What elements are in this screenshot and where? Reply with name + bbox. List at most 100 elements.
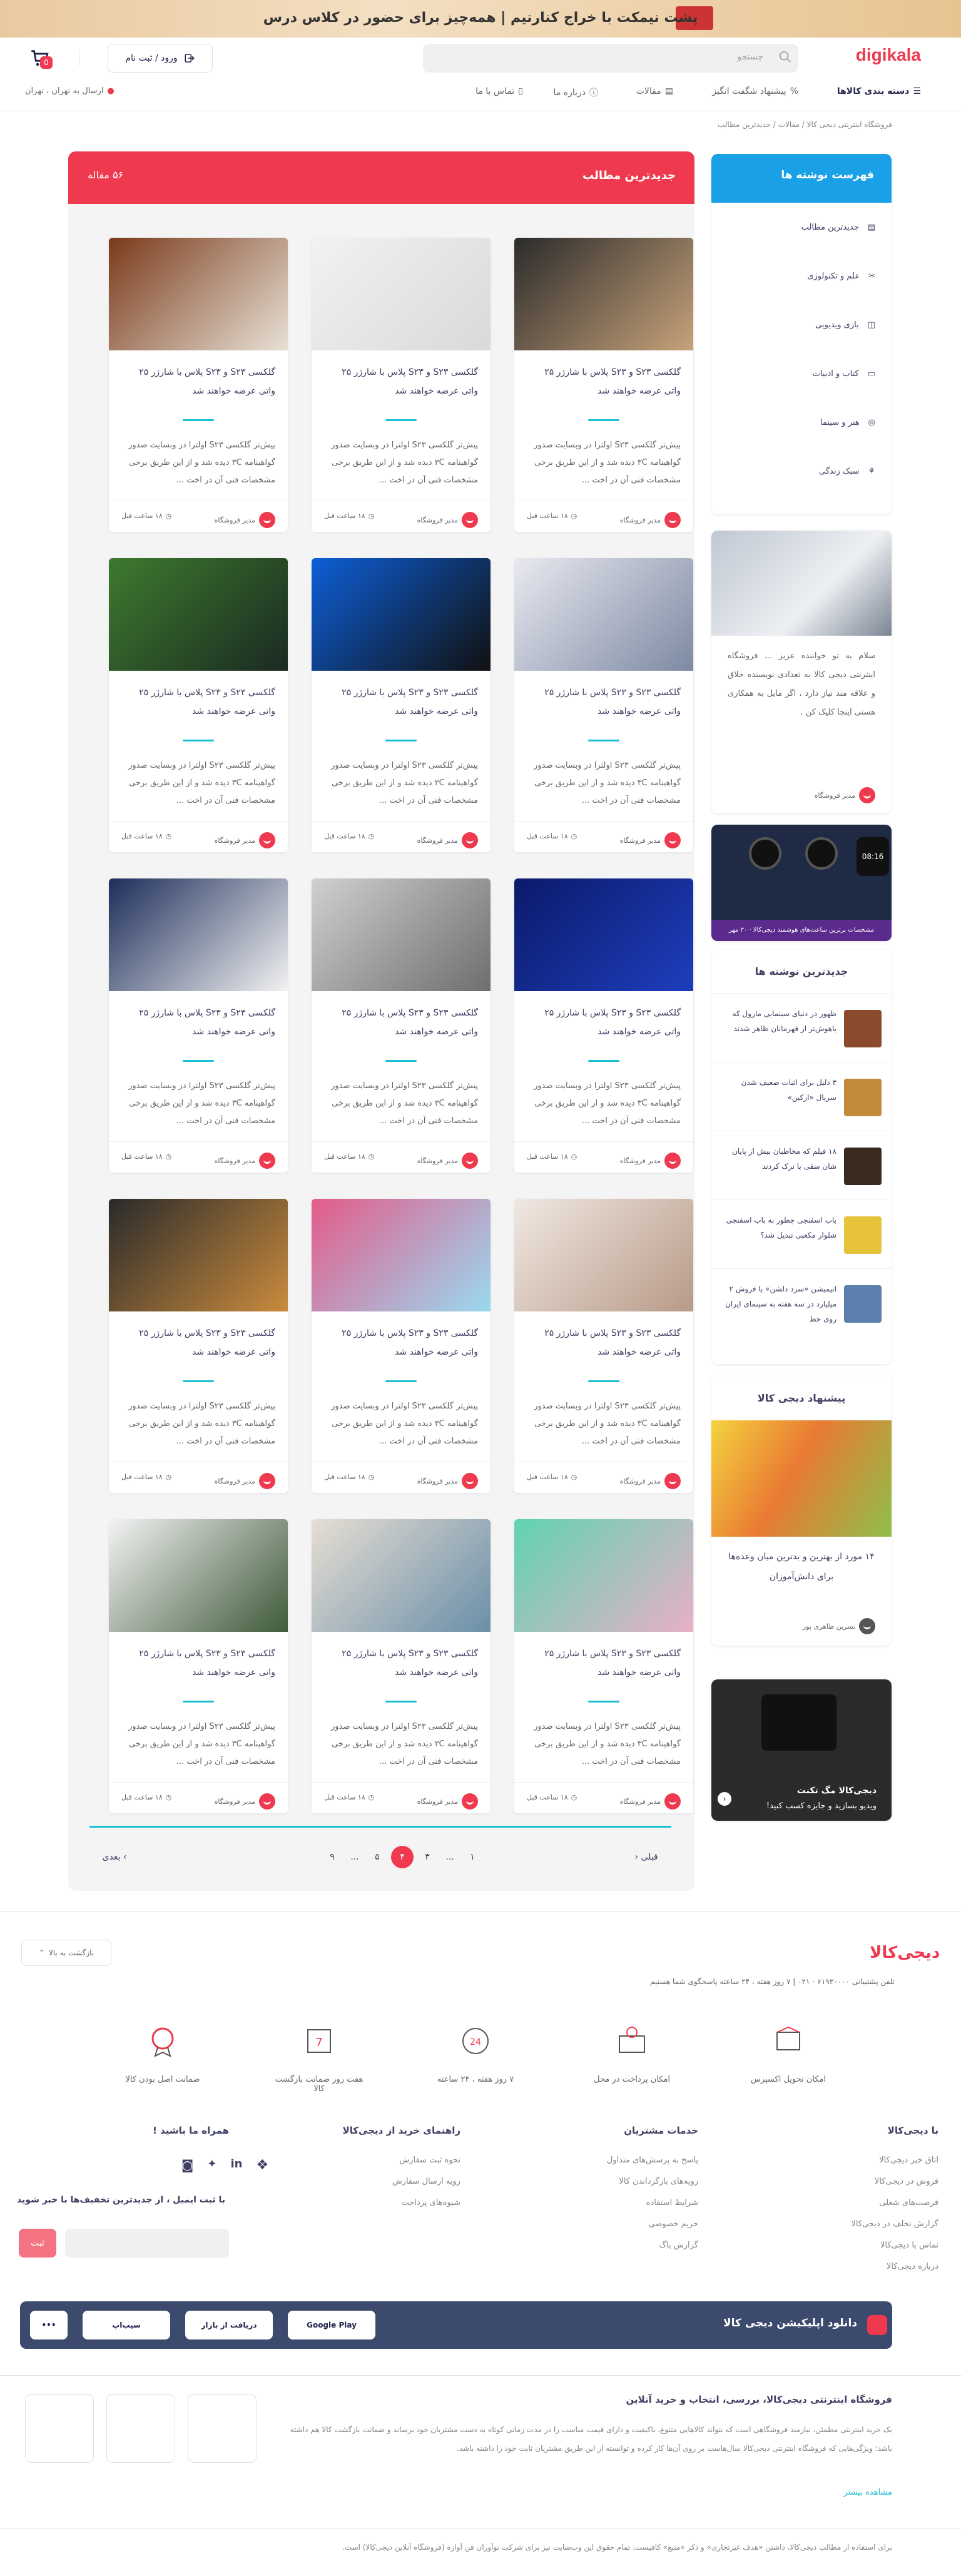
nav-categories[interactable]: ☰ دسته بندی کالاها: [837, 86, 921, 96]
article-card[interactable]: گلکسی S۲۳ و S۲۳ پلاس با شارژر ۲۵ واتی عر…: [514, 1199, 693, 1493]
article-card[interactable]: گلکسی S۲۳ و S۲۳ پلاس با شارژر ۲۵ واتی عر…: [514, 238, 693, 532]
pagination-prev[interactable]: قبلی ‹: [621, 1846, 671, 1868]
footer-link[interactable]: فرصت‌های شغلی: [776, 2192, 938, 2214]
footer-link[interactable]: اتاق خبر دیجی‌کالا: [776, 2150, 938, 2171]
article-card[interactable]: گلکسی S۲۳ و S۲۳ پلاس با شارژر ۲۵ واتی عر…: [514, 558, 693, 852]
article-card[interactable]: گلکسی S۲۳ و S۲۳ پلاس با شارژر ۲۵ واتی عر…: [312, 1519, 491, 1813]
footer-link[interactable]: گزارش باگ: [536, 2235, 698, 2256]
article-card[interactable]: گلکسی S۲۳ و S۲۳ پلاس با شارژر ۲۵ واتی عر…: [514, 878, 693, 1173]
article-card[interactable]: گلکسی S۲۳ و S۲۳ پلاس با شارژر ۲۵ واتی عر…: [109, 878, 288, 1173]
footer-col-social: همراه ما باشید !: [152, 2125, 229, 2136]
smartwatch-banner[interactable]: 08:16 مشخصات برترین ساعت‌های هوشمند دیجی…: [711, 825, 892, 941]
location-selector[interactable]: ● ارسال به تهران ، تهران: [25, 86, 114, 96]
article-title[interactable]: گلکسی S۲۳ و S۲۳ پلاس با شارژر ۲۵ واتی عر…: [527, 1324, 681, 1362]
sidebar-item-cinema[interactable]: ◎ هنر و سینما: [711, 398, 892, 447]
nav-about[interactable]: ⓘ درباره ما: [554, 86, 598, 99]
article-title[interactable]: گلکسی S۲۳ و S۲۳ پلاس با شارژر ۲۵ واتی عر…: [121, 1324, 275, 1362]
article-card[interactable]: گلکسی S۲۳ و S۲۳ پلاس با شارژر ۲۵ واتی عر…: [312, 238, 491, 532]
footer-link[interactable]: درباره دیجی‌کالا: [776, 2256, 938, 2278]
ecommerce-union-badge[interactable]: [106, 2394, 175, 2463]
sidebar-item-latest[interactable]: ▤ جدیدترین مطالب: [711, 203, 892, 252]
article-card[interactable]: گلکسی S۲۳ و S۲۳ پلاس با شارژر ۲۵ واتی عر…: [109, 1199, 288, 1493]
sidebar-item-science[interactable]: ✂ علم و تکنولوژی: [711, 252, 892, 300]
linkedin-icon[interactable]: in: [231, 2157, 243, 2176]
samandehi-badge[interactable]: [25, 2394, 94, 2463]
article-title[interactable]: گلکسی S۲۳ و S۲۳ پلاس با شارژر ۲۵ واتی عر…: [324, 1644, 478, 1682]
aparat-icon[interactable]: ❖: [256, 2157, 268, 2176]
recent-post-item[interactable]: باب اسفنجی چطور به باب اسفنجی شلوار مکعب…: [711, 1200, 892, 1269]
bazaar-button[interactable]: دریافت از بازار: [185, 2311, 273, 2339]
sibapp-button[interactable]: سیب‌اپ: [83, 2311, 170, 2339]
lunchbox-image: [711, 1420, 892, 1537]
recent-post-item[interactable]: ۳ دلیل برای اثبات ضعیف شدن سریال «ارکین»: [711, 1062, 892, 1131]
article-title[interactable]: گلکسی S۲۳ و S۲۳ پلاس با شارژر ۲۵ واتی عر…: [324, 363, 478, 400]
recent-post-item[interactable]: ۱۸ فیلم که مخاطبان بیش از پایان شان سقی …: [711, 1131, 892, 1200]
recent-post-item[interactable]: انیمیشن «سرد دلشن» با فروش ۲ میلیارد در …: [711, 1269, 892, 1338]
nav-amazing-offer[interactable]: % پیشنهاد شگفت انگیز: [712, 86, 798, 96]
pay-on-delivery-icon: [619, 2027, 645, 2053]
article-card[interactable]: گلکسی S۲۳ و S۲۳ پلاس با شارژر ۲۵ واتی عر…: [312, 1199, 491, 1493]
title-underline: [183, 1060, 214, 1062]
article-title[interactable]: گلکسی S۲۳ و S۲۳ پلاس با شارژر ۲۵ واتی عر…: [324, 1004, 478, 1041]
article-title[interactable]: گلکسی S۲۳ و S۲۳ پلاس با شارژر ۲۵ واتی عر…: [121, 363, 275, 400]
page-4-active[interactable]: ۴: [391, 1846, 414, 1868]
title-underline: [385, 740, 417, 741]
chevron-left-icon[interactable]: ‹: [718, 1792, 731, 1806]
site-logo[interactable]: digikala: [846, 45, 921, 68]
article-card[interactable]: گلکسی S۲۳ و S۲۳ پلاس با شارژر ۲۵ واتی عر…: [514, 1519, 693, 1813]
login-button[interactable]: ورود / ثبت نام: [108, 44, 213, 73]
twitter-icon[interactable]: ✦: [207, 2157, 216, 2176]
pagination-next[interactable]: › بعدی: [89, 1846, 140, 1868]
article-card[interactable]: گلکسی S۲۳ و S۲۳ پلاس با شارژر ۲۵ واتی عر…: [109, 1519, 288, 1813]
writer-callout-text: سلام به تو خواننده عزیز ... فروشگاه اینت…: [728, 651, 875, 717]
article-card[interactable]: گلکسی S۲۳ و S۲۳ پلاس با شارژر ۲۵ واتی عر…: [312, 558, 491, 852]
article-title[interactable]: گلکسی S۲۳ و S۲۳ پلاس با شارژر ۲۵ واتی عر…: [121, 1644, 275, 1682]
page-3[interactable]: ۳: [416, 1846, 439, 1868]
footer-link[interactable]: رویه‌های بازگرداندن کالا: [536, 2171, 698, 2192]
footer-logo[interactable]: دیجی‌کالا: [870, 1943, 940, 1962]
see-more-link[interactable]: مشاهده بیشتر: [813, 2488, 892, 2497]
sidebar-item-lifestyle[interactable]: ⚘ سبک زندگی: [711, 447, 892, 496]
article-title[interactable]: گلکسی S۲۳ و S۲۳ پلاس با شارژر ۲۵ واتی عر…: [527, 683, 681, 721]
recent-post-item[interactable]: ظهور در دنیای سینمایی مارول که باهوش‌تر …: [711, 994, 892, 1062]
breadcrumb-home[interactable]: فروشگاه اینترنتی دیجی کالا: [807, 120, 892, 129]
footer-link[interactable]: شرایط استفاده: [536, 2192, 698, 2214]
footer-link[interactable]: شیوه‌های پرداخت: [298, 2192, 460, 2214]
google-play-button[interactable]: Google Play: [288, 2311, 375, 2339]
footer-link[interactable]: حریم خصوصی: [536, 2214, 698, 2235]
article-title[interactable]: گلکسی S۲۳ و S۲۳ پلاس با شارژر ۲۵ واتی عر…: [527, 363, 681, 400]
nav-articles[interactable]: ▤ مقالات: [636, 86, 673, 96]
search-icon: [779, 51, 791, 63]
sidebar-item-games[interactable]: ◫ بازی ویدیویی: [711, 300, 892, 349]
footer-link[interactable]: فروش در دیجی‌کالا: [776, 2171, 938, 2192]
article-card[interactable]: گلکسی S۲۳ و S۲۳ پلاس با شارژر ۲۵ واتی عر…: [312, 878, 491, 1173]
enamad-badge[interactable]: [188, 2394, 257, 2463]
footer-link[interactable]: پاسخ به پرسش‌های متداول: [536, 2150, 698, 2171]
article-card[interactable]: گلکسی S۲۳ و S۲۳ پلاس با شارژر ۲۵ واتی عر…: [109, 238, 288, 532]
page-1[interactable]: ۱: [461, 1846, 484, 1868]
back-to-top-button[interactable]: بازگشت به بالا ⌃: [21, 1940, 111, 1966]
article-title[interactable]: گلکسی S۲۳ و S۲۳ پلاس با شارژر ۲۵ واتی عر…: [527, 1004, 681, 1041]
footer-link[interactable]: تماس با دیجی‌کالا: [776, 2235, 938, 2256]
article-card[interactable]: گلکسی S۲۳ و S۲۳ پلاس با شارژر ۲۵ واتی عر…: [109, 558, 288, 852]
instagram-icon[interactable]: ◙: [181, 2157, 193, 2176]
page-5[interactable]: ۵: [366, 1846, 389, 1868]
article-title[interactable]: گلکسی S۲۳ و S۲۳ پلاس با شارژر ۲۵ واتی عر…: [324, 683, 478, 721]
newsletter-submit-button[interactable]: ثبت: [19, 2229, 56, 2258]
nav-contact[interactable]: ▯ تماس با ما: [475, 86, 523, 96]
footer-link[interactable]: رویه ارسال سفارش: [298, 2171, 460, 2192]
breadcrumb-articles[interactable]: مقالات: [778, 120, 800, 129]
article-title[interactable]: گلکسی S۲۳ و S۲۳ پلاس با شارژر ۲۵ واتی عر…: [121, 1004, 275, 1041]
more-stores-button[interactable]: •••: [30, 2311, 68, 2339]
newsletter-email-input[interactable]: [65, 2229, 229, 2258]
page-9[interactable]: ۹: [321, 1846, 343, 1868]
article-title[interactable]: گلکسی S۲۳ و S۲۳ پلاس با شارژر ۲۵ واتی عر…: [527, 1644, 681, 1682]
video-contest-banner[interactable]: دیجی‌کالا مگ تکنت ویدیو بسازید و جایزه ک…: [711, 1679, 892, 1821]
article-title[interactable]: گلکسی S۲۳ و S۲۳ پلاس با شارژر ۲۵ واتی عر…: [121, 683, 275, 721]
suggestion-article-title[interactable]: ۱۴ مورد از بهترین و بدترین میان وعده‌ها …: [711, 1537, 892, 1597]
footer-link[interactable]: نحوه ثبت سفارش: [298, 2150, 460, 2171]
sidebar-item-books[interactable]: ▭ کتاب و ادبیات: [711, 349, 892, 398]
article-title[interactable]: گلکسی S۲۳ و S۲۳ پلاس با شارژر ۲۵ واتی عر…: [324, 1324, 478, 1362]
watch-caption: مشخصات برترین ساعت‌های هوشمند دیجی‌کالا …: [711, 920, 892, 941]
footer-link[interactable]: گزارش تخلف در دیجی‌کالا: [776, 2214, 938, 2235]
